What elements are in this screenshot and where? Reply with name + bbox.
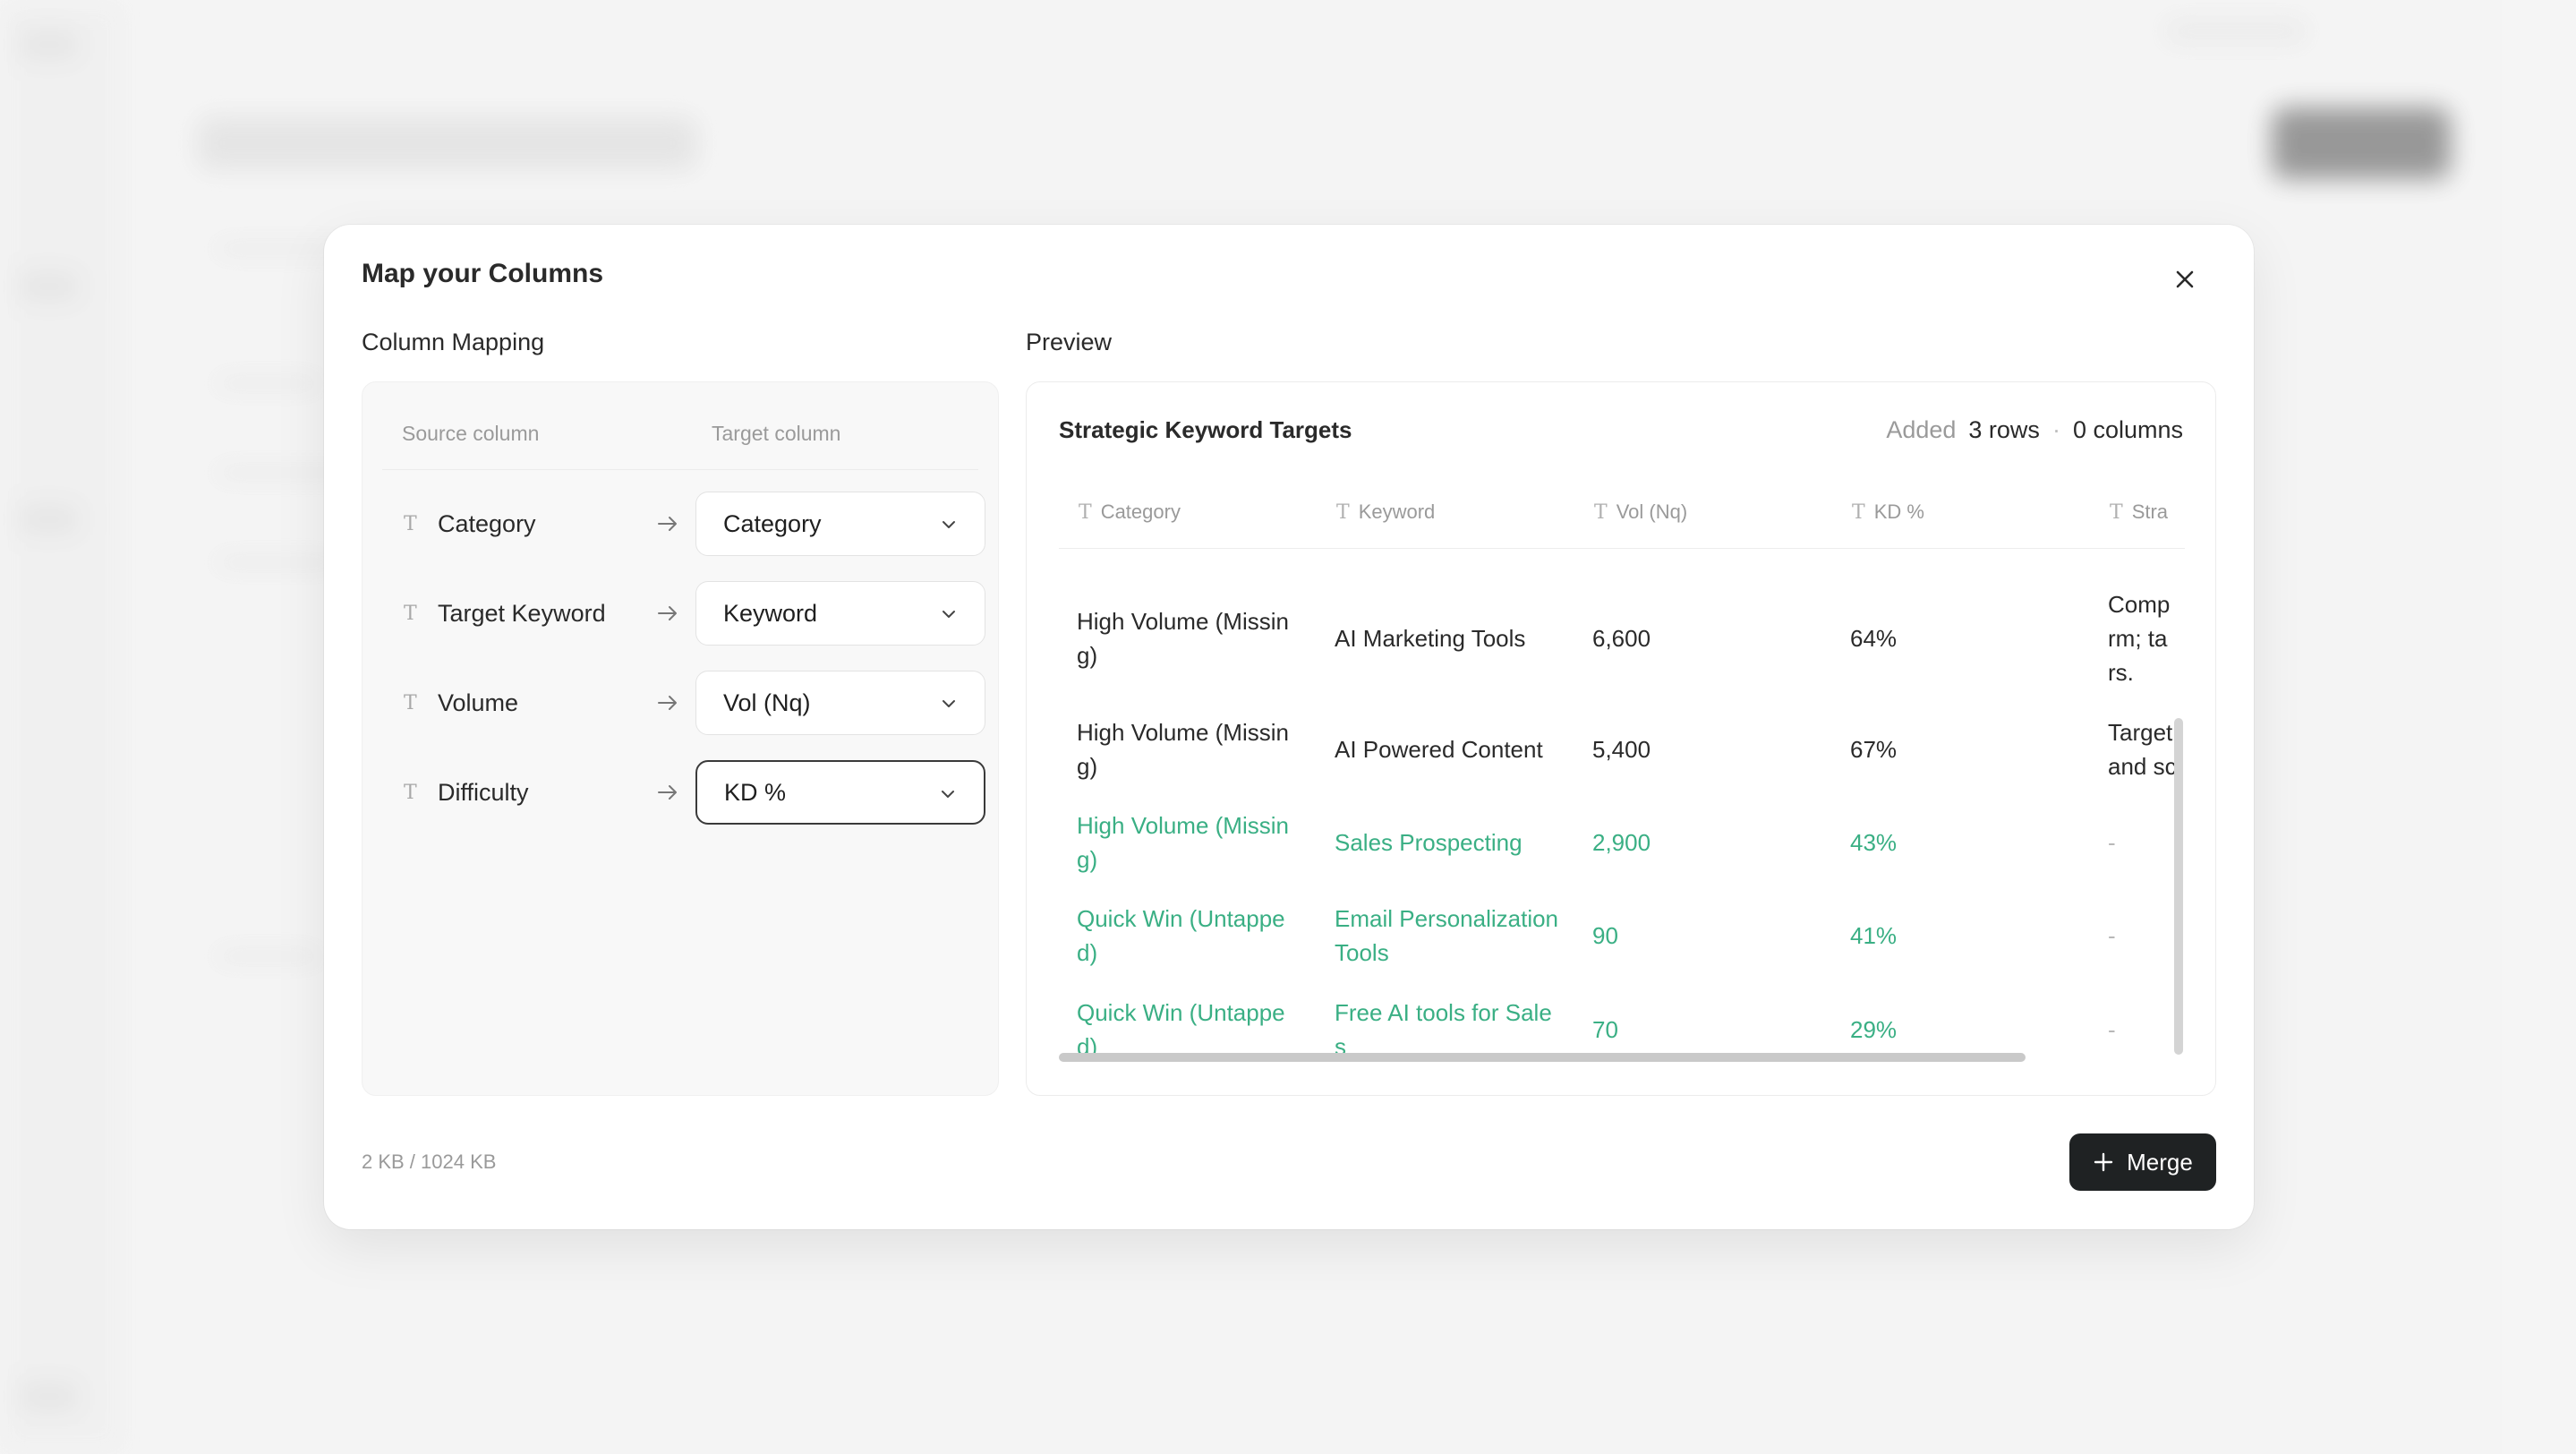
- target-column-header: Target column: [712, 422, 841, 445]
- added-rows-count: 3 rows: [1968, 416, 2040, 443]
- arrow-right-icon: [658, 785, 677, 800]
- table-cell: Target and sc: [2108, 719, 2177, 780]
- source-column-name: Category: [438, 509, 536, 537]
- target-column-value: KD %: [724, 778, 787, 806]
- mapping-row-difficulty: T Difficulty KD %: [382, 760, 985, 825]
- mapping-row-category: T Category Category: [382, 492, 985, 556]
- table-cell: 64%: [1850, 625, 1898, 652]
- added-label: Added: [1886, 416, 1957, 443]
- horizontal-scrollbar[interactable]: [1059, 1053, 2026, 1062]
- text-type-icon: T: [1594, 501, 1608, 524]
- mapping-header: Source column Target column: [382, 416, 978, 470]
- source-column-name: Difficulty: [438, 778, 529, 806]
- text-type-icon: T: [404, 512, 417, 535]
- text-type-icon: T: [404, 691, 417, 714]
- column-header: T Stra: [2110, 500, 2169, 524]
- source-column-name: Target Keyword: [438, 599, 606, 627]
- table-cell: High Volume (Missing): [1077, 812, 1289, 873]
- table-cell: 70: [1592, 1016, 1618, 1043]
- vertical-scrollbar[interactable]: [2174, 718, 2183, 1055]
- target-column-select[interactable]: Category: [695, 492, 985, 556]
- table-cell: 43%: [1850, 829, 1898, 856]
- target-column-value: Keyword: [723, 599, 818, 627]
- arrow-right-icon: [658, 606, 677, 620]
- table-cell: 6,600: [1592, 625, 1651, 652]
- table-cell: Quick Win (Untapped): [1077, 905, 1285, 966]
- column-header: T Category: [1079, 500, 1181, 524]
- mapping-row-target-keyword: T Target Keyword Keyword: [382, 581, 985, 646]
- arrow-right-icon: [658, 517, 677, 531]
- table-cell: 2,900: [1592, 829, 1651, 856]
- table-cell: High Volume (Missing): [1077, 608, 1289, 669]
- merge-label: Merge: [2127, 1148, 2193, 1176]
- table-cell: Comprm; tars.: [2108, 591, 2171, 686]
- table-cell: AI Marketing Tools: [1335, 625, 1526, 652]
- source-column-header: Source column: [402, 422, 540, 445]
- preview-table[interactable]: T Category T Keyword T Vol (Nq) T KD % T Stra…: [1059, 481, 2185, 1054]
- table-cell: Quick Win (Untapped): [1077, 999, 1285, 1054]
- preview-table-title: Strategic Keyword Targets: [1059, 416, 1352, 443]
- chevron-down-icon: [943, 700, 955, 707]
- text-type-icon: T: [2110, 501, 2123, 524]
- chevron-down-icon: [942, 791, 954, 798]
- table-cell: 90: [1592, 922, 1618, 949]
- column-mapping-panel: Source column Target column T Category C…: [362, 381, 999, 1096]
- column-mapping-label: Column Mapping: [362, 329, 545, 355]
- column-header: T KD %: [1852, 500, 1924, 524]
- dialog-title: Map your Columns: [362, 259, 604, 288]
- target-column-value: Category: [723, 509, 822, 537]
- table-cell: 41%: [1850, 922, 1898, 949]
- text-type-icon: T: [404, 781, 417, 804]
- text-type-icon: T: [404, 602, 417, 625]
- preview-panel: Strategic Keyword Targets Added 3 rows ·…: [1026, 381, 2216, 1096]
- table-header-row: T Category T Keyword T Vol (Nq) T KD % T Stra: [1059, 481, 2185, 549]
- map-columns-dialog: Map your Columns Column Mapping Preview …: [324, 225, 2254, 1229]
- text-type-icon: T: [1852, 501, 1865, 524]
- table-cell: AI Powered Content: [1335, 736, 1543, 763]
- mapping-row-volume: T Volume Vol (Nq): [382, 671, 985, 735]
- table-cell: -: [2108, 922, 2116, 949]
- table-cell: 67%: [1850, 736, 1898, 763]
- close-icon: [2176, 270, 2194, 288]
- close-button[interactable]: [2166, 261, 2204, 298]
- target-column-select[interactable]: Keyword: [695, 581, 985, 646]
- table-cell: Sales Prospecting: [1335, 829, 1523, 856]
- table-cell: Free AI tools for Sales: [1335, 999, 1552, 1054]
- table-cell: 29%: [1850, 1016, 1898, 1043]
- text-type-icon: T: [1336, 501, 1350, 524]
- file-size-info: 2 KB / 1024 KB: [362, 1150, 497, 1173]
- table-cell: Email Personalization Tools: [1335, 905, 1559, 966]
- text-type-icon: T: [1079, 501, 1092, 524]
- table-cell: -: [2108, 829, 2116, 856]
- plus-icon: [2094, 1152, 2113, 1172]
- table-cell: 5,400: [1592, 736, 1651, 763]
- target-column-select[interactable]: Vol (Nq): [695, 671, 985, 735]
- target-column-select[interactable]: KD %: [695, 760, 985, 825]
- preview-stats: Added 3 rows · 0 columns: [1886, 416, 2183, 444]
- chevron-down-icon: [943, 611, 955, 618]
- table-cell: -: [2108, 1016, 2116, 1043]
- arrow-right-icon: [658, 696, 677, 710]
- column-header: T Keyword: [1336, 500, 1436, 524]
- chevron-down-icon: [943, 521, 955, 528]
- merge-button[interactable]: Merge: [2069, 1133, 2216, 1191]
- stats-separator: ·: [2051, 416, 2060, 443]
- column-header: T Vol (Nq): [1594, 500, 1688, 524]
- preview-label: Preview: [1026, 329, 1113, 355]
- added-columns-count: 0 columns: [2072, 416, 2183, 443]
- table-cell: High Volume (Missing): [1077, 719, 1289, 780]
- source-column-name: Volume: [438, 689, 519, 716]
- target-column-value: Vol (Nq): [723, 689, 811, 716]
